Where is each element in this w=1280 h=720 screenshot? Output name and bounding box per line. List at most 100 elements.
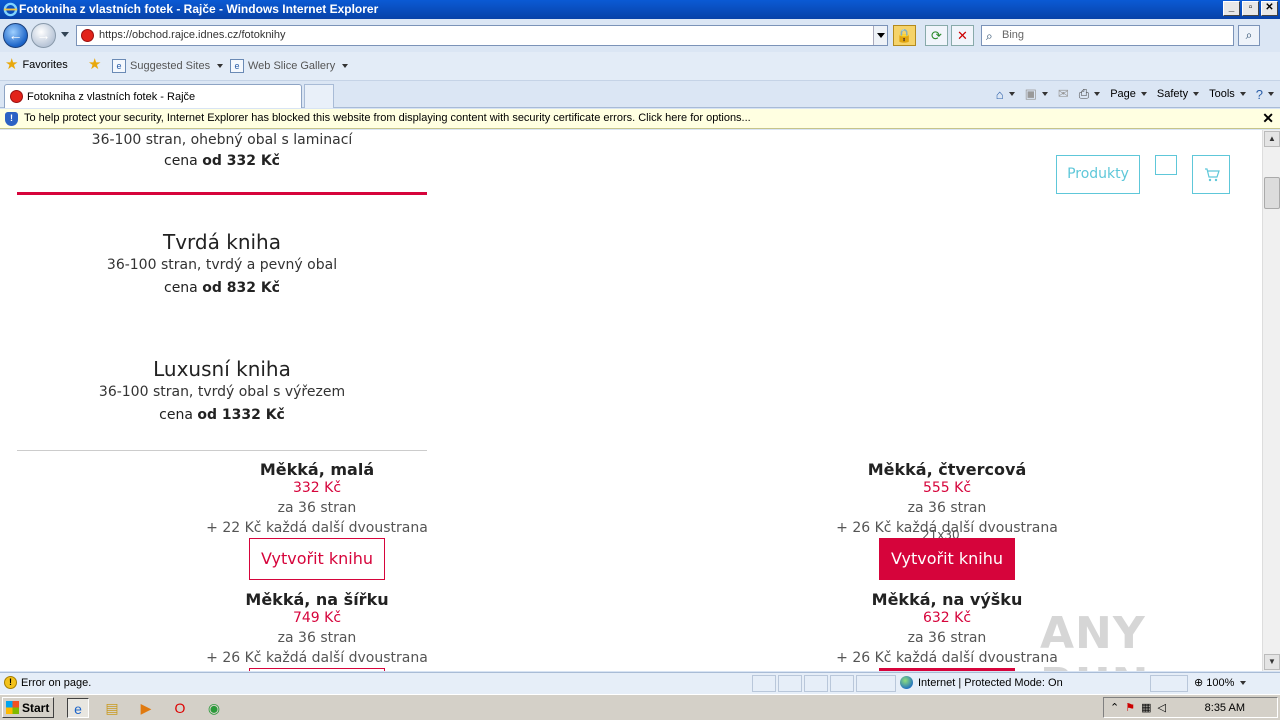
chevron-down-icon (1041, 92, 1048, 96)
address-bar[interactable]: https://obchod.rajce.idnes.cz/fotoknihy (76, 25, 888, 46)
back-button[interactable]: ← (3, 23, 28, 48)
tools-menu[interactable]: Tools (1209, 88, 1246, 100)
tile-soft-landscape: Měkká, na šířku 749 Kč za 36 stran + 26 … (167, 590, 467, 668)
volume-icon[interactable]: ◁ (1158, 701, 1166, 714)
certificate-lock-icon[interactable]: 🔒 (893, 25, 916, 46)
home-icon: ⌂ (995, 86, 1004, 102)
zone-text: Internet | Protected Mode: On (918, 676, 1063, 689)
address-url[interactable]: https://obchod.rajce.idnes.cz/fotoknihy (99, 29, 286, 41)
address-toolbar: ← → https://obchod.rajce.idnes.cz/fotokn… (0, 19, 1280, 52)
tile-price: 332 Kč (292, 480, 342, 496)
tile-pages: za 36 stran (277, 630, 357, 646)
add-favorite-icon: ★ (88, 56, 102, 73)
tile-pages: za 36 stran (277, 500, 357, 516)
favorites-button[interactable]: ★ Favorites (5, 57, 68, 72)
chevron-down-icon (1094, 92, 1101, 96)
mail-button[interactable]: ✉ (1058, 86, 1069, 102)
tray-expand-icon[interactable]: ⌃ (1110, 701, 1119, 714)
cart-button[interactable] (1192, 155, 1230, 194)
maximize-button[interactable]: ▫ (1242, 1, 1259, 16)
page-menu[interactable]: Page (1110, 88, 1147, 100)
user-icon-placeholder[interactable] (1155, 155, 1177, 175)
tile-name: Měkká, čtvercová (867, 460, 1027, 479)
price-value: od 1332 Kč (197, 407, 285, 423)
site-favicon-icon (81, 29, 94, 42)
forward-button[interactable]: → (31, 23, 56, 48)
favorites-label: Favorites (22, 59, 68, 71)
error-text: Error on page. (21, 676, 92, 689)
create-book-button[interactable]: Vytvořit knihu (879, 538, 1015, 580)
opera-taskbar-icon[interactable]: O (169, 698, 191, 718)
create-book-button-partial[interactable] (879, 668, 1015, 671)
help-icon: ? (1255, 86, 1263, 102)
create-book-button-partial[interactable] (249, 668, 385, 671)
start-label: Start (22, 700, 50, 715)
price-value: od 832 Kč (202, 280, 280, 296)
vertical-scrollbar[interactable]: ▲ ▼ (1262, 130, 1280, 671)
back-arrow-icon: ← (8, 27, 23, 43)
protected-mode-button[interactable] (1150, 675, 1188, 692)
add-favorites-button[interactable]: ★ (88, 56, 102, 73)
new-tab-button[interactable] (304, 84, 334, 108)
zoom-control[interactable]: ⊕ 100% (1194, 676, 1247, 689)
close-icon[interactable]: ✕ (1262, 110, 1274, 127)
refresh-icon[interactable]: ⟳ (925, 25, 948, 46)
ie-taskbar-icon[interactable]: e (67, 698, 89, 718)
web-slice-gallery-link[interactable]: e Web Slice Gallery (230, 59, 349, 73)
price-prefix: cena (164, 280, 198, 296)
scroll-up-icon[interactable]: ▲ (1264, 131, 1280, 147)
safety-menu-label: Safety (1156, 88, 1189, 100)
chevron-down-icon (1268, 92, 1274, 96)
chevron-down-icon (342, 64, 349, 68)
produkty-button[interactable]: Produkty (1056, 155, 1140, 194)
action-center-icon[interactable]: ⚑ (1125, 701, 1135, 714)
start-button[interactable]: Start (2, 697, 54, 718)
product-price: cena od 832 Kč (17, 277, 427, 300)
window-controls: _ ▫ ✕ (1223, 1, 1278, 16)
clock[interactable]: 8:35 AM (1205, 702, 1245, 714)
media-player-taskbar-icon[interactable]: ▶ (135, 698, 157, 718)
close-window-button[interactable]: ✕ (1261, 1, 1278, 16)
active-product-underline (17, 192, 427, 195)
site-favicon-icon (10, 90, 23, 103)
address-dropdown-button[interactable] (873, 26, 887, 45)
info-bar-message[interactable]: To help protect your security, Internet … (24, 112, 751, 124)
error-status[interactable]: ! Error on page. (4, 676, 91, 689)
chrome-taskbar-icon[interactable]: ◉ (203, 698, 225, 718)
create-book-button[interactable]: Vytvořit knihu (249, 538, 385, 580)
minimize-button[interactable]: _ (1223, 1, 1240, 16)
print-button[interactable]: ⎙ (1078, 86, 1101, 102)
history-dropdown-icon[interactable] (61, 32, 69, 37)
chevron-down-icon (1193, 92, 1200, 96)
suggested-sites-label: Suggested Sites (130, 60, 211, 72)
explorer-taskbar-icon[interactable]: ▤ (101, 698, 123, 718)
zoom-level: 100% (1206, 676, 1235, 689)
feeds-button[interactable]: ▣ (1025, 86, 1048, 102)
chevron-down-icon (1239, 92, 1246, 96)
stop-icon[interactable]: ✕ (951, 25, 974, 46)
help-button[interactable]: ? (1256, 87, 1274, 102)
suggested-sites-link[interactable]: e Suggested Sites (112, 59, 224, 73)
tile-name: Měkká, na šířku (245, 590, 389, 609)
printer-icon: ⎙ (1078, 86, 1090, 101)
status-bar: ! Error on page. Internet | Protected Mo… (0, 672, 1280, 694)
security-zone[interactable]: Internet | Protected Mode: On (900, 676, 1063, 689)
product-luxury-book[interactable]: Luxusní kniha 36-100 stran, tvrdý obal s… (17, 357, 427, 427)
scroll-thumb[interactable] (1264, 177, 1280, 209)
product-hard-book[interactable]: Tvrdá kniha 36-100 stran, tvrdý a pevný … (17, 230, 427, 300)
search-input[interactable]: ⌕ Bing (981, 25, 1234, 46)
network-icon[interactable]: ▦ (1141, 701, 1151, 714)
scroll-down-icon[interactable]: ▼ (1264, 654, 1280, 670)
window-title: Fotokniha z vlastních fotek - Rajče - Wi… (19, 2, 379, 16)
page-menu-label: Page (1110, 88, 1136, 100)
status-segment (856, 675, 896, 692)
home-button[interactable]: ⌂ (996, 87, 1015, 102)
security-info-bar[interactable]: ! To help protect your security, Interne… (0, 109, 1280, 129)
search-go-button[interactable]: ⌕ (1238, 25, 1260, 46)
anyrun-watermark: ANY RUN (1040, 608, 1148, 671)
safety-menu[interactable]: Safety (1156, 88, 1200, 100)
product-name: Luxusní kniha (153, 357, 291, 381)
product-soft-book[interactable]: 36-100 stran, ohebný obal s laminací cen… (17, 130, 427, 173)
cart-icon (1205, 168, 1220, 182)
tab-active[interactable]: Fotokniha z vlastních fotek - Rajče (4, 84, 302, 108)
